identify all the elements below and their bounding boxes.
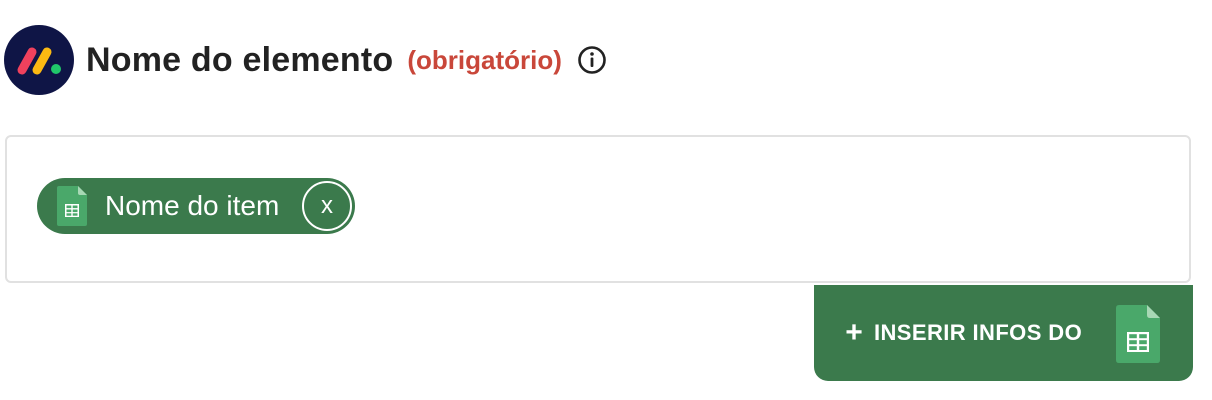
- chip-label: Nome do item: [105, 190, 280, 221]
- item-name-chip[interactable]: Nome do item x: [37, 178, 355, 234]
- chip-remove-button[interactable]: x: [302, 181, 352, 231]
- google-sheets-icon: [1116, 305, 1160, 363]
- element-name-field[interactable]: Nome do item x: [5, 135, 1191, 283]
- google-sheets-icon: [57, 186, 87, 226]
- field-header: Nome do elemento (obrigatório): [4, 24, 608, 96]
- insert-sheet-info-button[interactable]: + INSERIR INFOS DO: [814, 285, 1193, 381]
- plus-icon: +: [845, 316, 863, 349]
- monday-logo-icon: [4, 25, 74, 95]
- field-title: Nome do elemento: [86, 40, 394, 79]
- info-icon[interactable]: [576, 44, 608, 76]
- insert-button-label: INSERIR INFOS DO: [874, 320, 1083, 345]
- required-label: (obrigatório): [407, 44, 562, 75]
